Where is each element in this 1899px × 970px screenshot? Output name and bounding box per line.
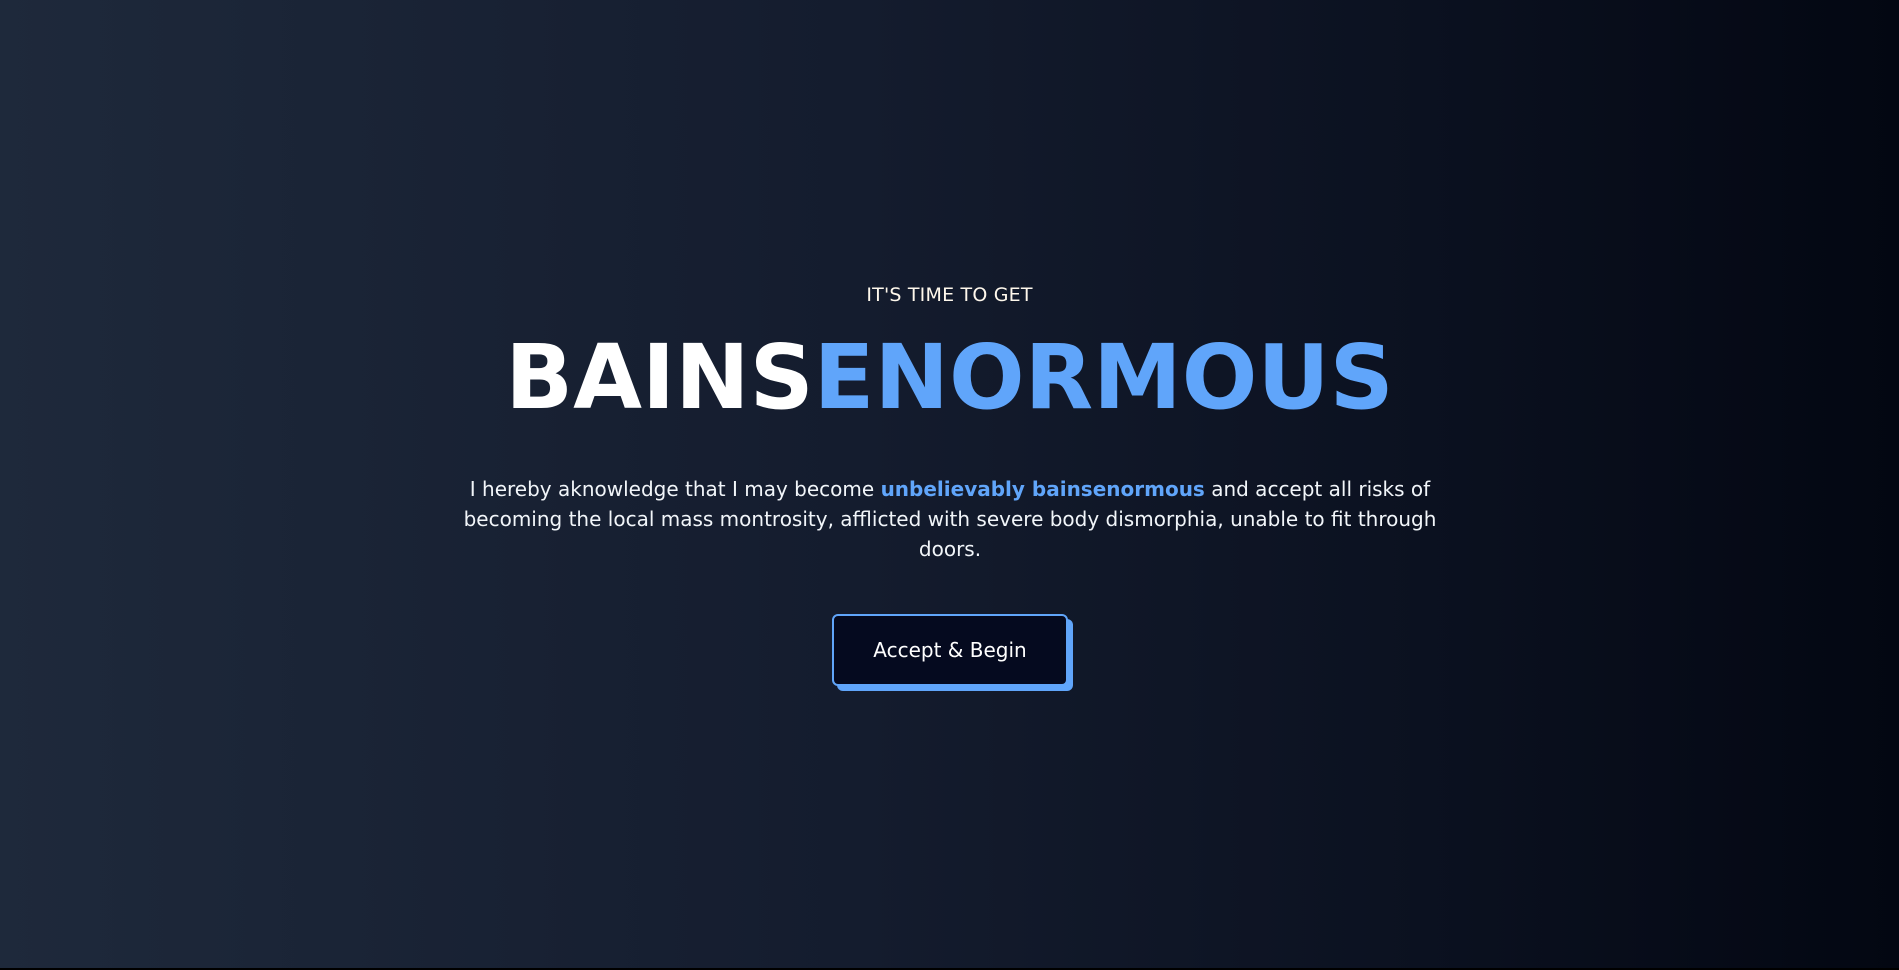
hero-eyebrow: IT'S TIME TO GET (866, 284, 1033, 306)
hero-title-accent: ENORMOUS (813, 325, 1394, 429)
disclaimer-text-start: I hereby aknowledge that I may become (469, 477, 881, 501)
hero-section: IT'S TIME TO GET BAINSENORMOUS I hereby … (0, 0, 1899, 970)
disclaimer-text: I hereby aknowledge that I may become un… (462, 474, 1438, 564)
accept-button-wrapper: Accept & Begin (832, 614, 1073, 691)
accept-begin-button[interactable]: Accept & Begin (832, 614, 1068, 686)
disclaimer-highlight: unbelievably bainsenormous (880, 477, 1205, 501)
hero-title: BAINSENORMOUS (0, 322, 1899, 432)
hero-title-white: BAINS (505, 325, 814, 429)
